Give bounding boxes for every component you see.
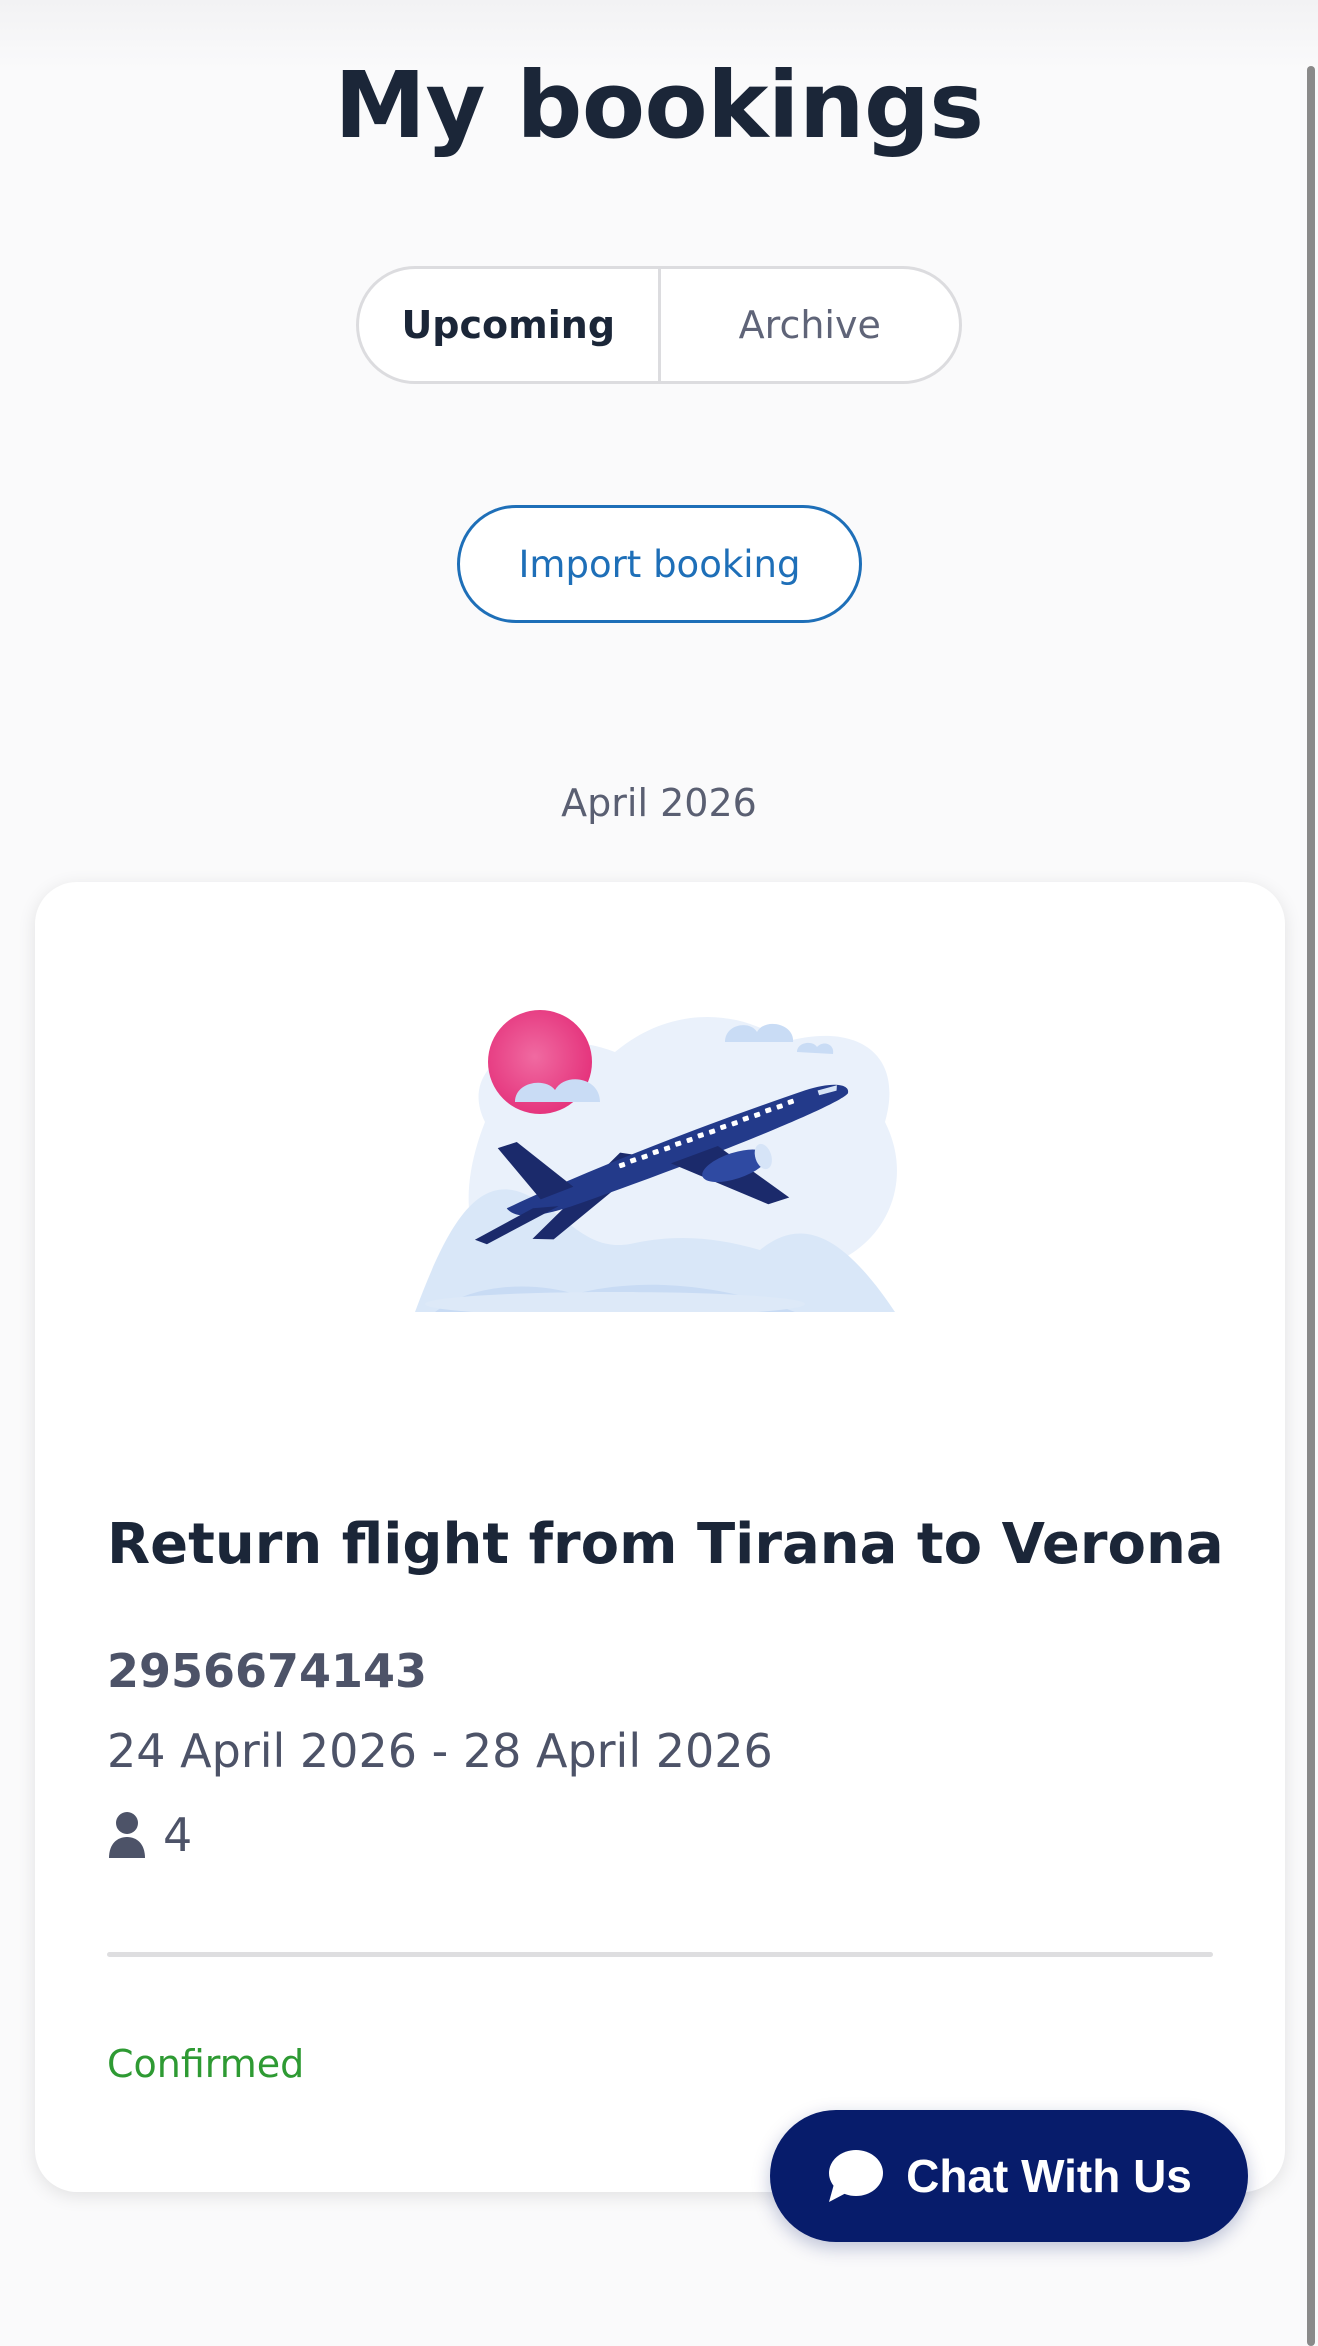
month-group-label: April 2026: [561, 781, 757, 825]
chat-label: Chat With Us: [906, 2150, 1192, 2202]
passenger-count-value: 4: [163, 1808, 193, 1862]
page-title: My bookings: [334, 52, 984, 159]
booking-card[interactable]: Return flight from Tirana to Verona 2956…: [35, 882, 1285, 2192]
passenger-count: 4: [107, 1808, 192, 1862]
chat-with-us-button[interactable]: Chat With Us: [770, 2110, 1248, 2242]
import-booking-button[interactable]: Import booking: [457, 505, 862, 623]
booking-title: Return flight from Tirana to Verona: [107, 1512, 1224, 1577]
booking-reference: 2956674143: [107, 1644, 428, 1698]
tab-upcoming[interactable]: Upcoming: [359, 269, 658, 381]
scrollbar[interactable]: [1307, 66, 1315, 2346]
booking-dates: 24 April 2026 - 28 April 2026: [107, 1724, 773, 1778]
person-icon: [109, 1812, 145, 1858]
status-label: Confirmed: [107, 2042, 305, 2086]
chat-bubble-icon: [829, 2150, 884, 2202]
airplane-illustration: [415, 1010, 897, 1312]
tab-archive[interactable]: Archive: [661, 269, 960, 381]
booking-tabs: Upcoming Archive: [356, 266, 962, 384]
card-divider: [107, 1952, 1213, 1957]
